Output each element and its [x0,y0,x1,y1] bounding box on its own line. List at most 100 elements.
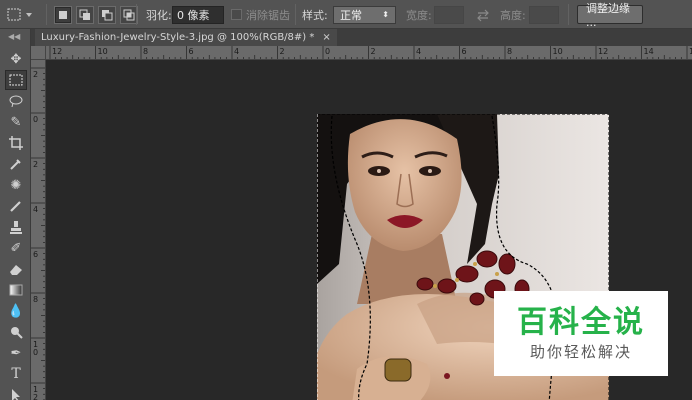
lasso-tool-button[interactable] [5,91,27,111]
ruler-label: 8 [143,47,148,56]
new-selection-icon [59,10,67,19]
ruler-label: 10 [98,47,108,56]
path-selection-tool-button[interactable] [5,385,27,400]
document-tab-bar: Luxury-Fashion-Jewelry-Style-3.jpg @ 100… [31,29,692,46]
horizontal-ruler-ticks: 12108642024681012141618 [49,46,692,59]
crop-icon [9,136,23,150]
document-tab[interactable]: Luxury-Fashion-Jewelry-Style-3.jpg @ 100… [35,29,337,46]
ruler-label: 4 [416,47,421,56]
height-group [529,5,559,24]
vertical-ruler[interactable]: 2024681012 [31,60,46,400]
antialias-group: 消除锯齿 [231,5,290,24]
ruler-label: 6 [33,250,38,259]
ruler-label: 0 [325,47,330,56]
watermark-logo: 百科全说 助你轻松解决 [494,291,668,376]
ruler-label: 2 [280,47,285,56]
width-input[interactable] [434,5,464,24]
toolbar-divider [568,4,569,25]
toolbar-divider [46,4,47,25]
select-arrow-icon: ⬍ [382,10,389,19]
ruler-label: 2 [371,47,376,56]
quick-selection-icon: ✎ [10,114,22,130]
options-bar: 羽化: 0 像素 消除锯齿 样式: 正常 ⬍ 宽度: 高度: 调整边缘 ... [0,0,692,29]
rect-marquee-icon [9,74,23,86]
lasso-icon [9,95,23,107]
eyedropper-icon [10,159,21,170]
intersect-selection-icon [123,9,135,20]
ruler-label: 2 [33,160,38,169]
ruler-label: 8 [33,295,38,304]
history-brush-icon: ✐ [10,240,22,256]
ruler-label: 14 [644,47,654,56]
ruler-label: 6 [189,47,194,56]
style-label: 样式: [302,8,328,22]
ruler-label: 0 [33,115,38,124]
selection-mode-group [54,5,138,24]
path-selection-arrow-icon [12,389,20,400]
subtract-from-selection-button[interactable] [98,5,116,24]
antialias-checkbox[interactable] [231,9,242,20]
swap-dimensions-button[interactable] [476,5,490,24]
ruler-label: 0 [33,348,38,357]
refine-edge-button[interactable]: 调整边缘 ... [577,2,643,29]
gradient-tool-button[interactable] [5,280,27,300]
bandage-icon: ✺ [10,177,22,193]
ruler-label: 6 [462,47,467,56]
move-tool-button[interactable]: ✥ [5,49,27,69]
crop-tool-button[interactable] [5,133,27,153]
feather-input[interactable]: 0 像素 [172,5,224,24]
width-label: 宽度: [406,8,432,22]
quick-selection-tool-button[interactable]: ✎ [5,112,27,132]
ruler-label: 10 [553,47,563,56]
ruler-label: 12 [52,47,62,56]
document-title: Luxury-Fashion-Jewelry-Style-3.jpg @ 100… [41,32,315,43]
eraser-tool-button[interactable] [5,259,27,279]
vertical-ruler-ticks: 2024681012 [31,67,45,400]
height-label: 高度: [500,8,526,22]
collapse-panel-icon[interactable]: ◀◀ [8,32,20,41]
add-to-selection-button[interactable] [76,5,94,24]
height-input[interactable] [529,5,559,24]
blur-tool-button[interactable]: 💧 [5,301,27,321]
antialias-label: 消除锯齿 [246,8,290,22]
ruler-label: 2 [33,393,38,400]
style-select[interactable]: 正常 ⬍ [333,5,396,24]
ruler-origin[interactable] [31,46,46,60]
eyedropper-tool-button[interactable] [5,154,27,174]
tool-preset-picker[interactable] [4,5,40,24]
ruler-label: 2 [33,70,38,79]
clone-stamp-tool-button[interactable] [5,217,27,237]
brush-tool-button[interactable] [5,196,27,216]
pen-tool-button[interactable]: ✒ [5,343,27,363]
marquee-tool-button[interactable] [5,70,27,90]
style-group: 正常 ⬍ [333,5,396,24]
pen-icon: ✒ [10,345,22,361]
feather-label: 羽化: [146,8,172,22]
gradient-icon [9,284,23,296]
type-icon: T [11,366,21,382]
dodge-icon [11,327,23,339]
close-tab-icon[interactable]: × [322,32,330,43]
new-selection-button[interactable] [54,5,72,24]
blur-drop-icon: 💧 [7,303,25,319]
ruler-label: 8 [507,47,512,56]
history-brush-tool-button[interactable]: ✐ [5,238,27,258]
refine-edge-group: 调整边缘 ... [577,2,643,29]
spot-healing-tool-button[interactable]: ✺ [5,175,27,195]
ruler-label: 4 [234,47,239,56]
type-tool-button[interactable]: T [5,364,27,384]
dodge-tool-button[interactable] [5,322,27,342]
toolbar-divider [136,4,137,25]
rect-marquee-preset-icon [7,8,32,21]
ruler-label: 12 [598,47,608,56]
move-icon: ✥ [10,51,22,67]
watermark-tagline: 助你轻松解决 [529,342,632,361]
horizontal-ruler[interactable]: 12108642024681012141618 [46,46,692,60]
style-select-value: 正常 [340,8,362,22]
swap-icon [477,9,489,21]
feather-group: 0 像素 [172,5,224,24]
toolbox: ◀◀ ✥ ✎ ✺ ✐ 💧 ✒ T [0,29,31,400]
toolbar-divider [295,4,296,25]
eraser-icon [10,265,22,275]
watermark-brand: 百科全说 [517,304,645,340]
